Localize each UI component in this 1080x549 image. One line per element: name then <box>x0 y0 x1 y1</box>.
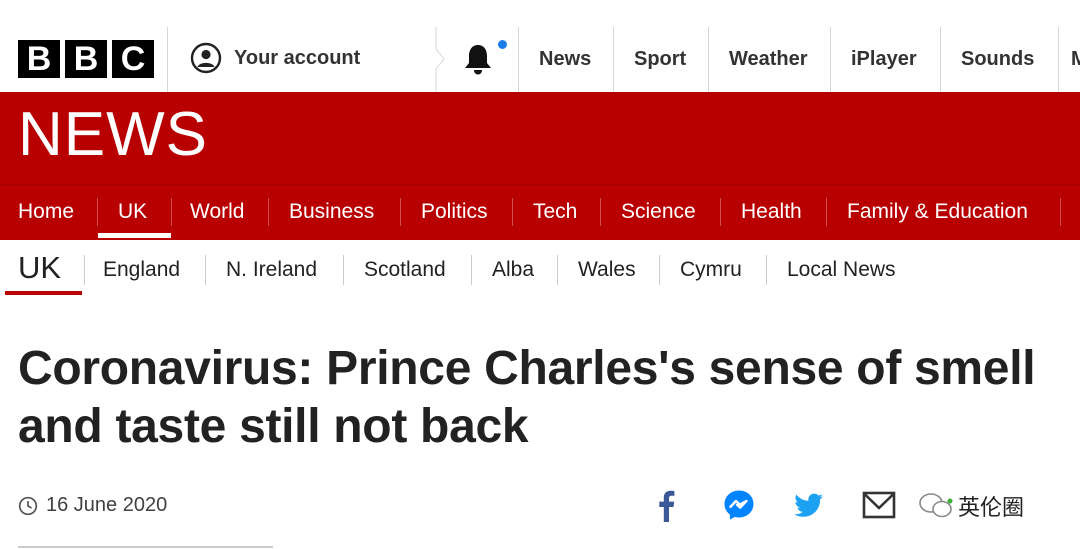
news-wordmark[interactable]: NEWS <box>18 104 208 166</box>
bbc-logo-letter: C <box>112 40 154 78</box>
topnav-sport[interactable]: Sport <box>634 48 686 71</box>
subnav-alba[interactable]: Alba <box>492 258 534 282</box>
your-account-link[interactable]: Your account <box>190 42 360 74</box>
header-divider <box>518 27 519 92</box>
subnav-separator <box>471 255 472 285</box>
subnav-current-indicator <box>5 291 82 295</box>
section-separator <box>171 198 172 226</box>
topnav-more-cutoff[interactable]: M <box>1071 48 1080 71</box>
subnav-scotland[interactable]: Scotland <box>364 258 446 282</box>
section-separator <box>400 198 401 226</box>
section-nav-health[interactable]: Health <box>741 200 802 224</box>
bbc-logo-letter: B <box>65 40 107 78</box>
header-chevron-divider <box>435 27 445 92</box>
header-divider <box>940 27 941 92</box>
twitter-icon[interactable] <box>792 488 826 522</box>
header-divider <box>830 27 831 92</box>
topnav-sounds[interactable]: Sounds <box>961 48 1034 71</box>
meta-bottom-rule <box>18 546 273 548</box>
header-divider <box>1058 27 1059 92</box>
bbc-logo-letter: B <box>18 40 60 78</box>
topnav-iplayer[interactable]: iPlayer <box>851 48 917 71</box>
subnav-separator <box>205 255 206 285</box>
section-separator <box>97 198 98 226</box>
header-divider <box>167 27 168 92</box>
global-header <box>0 0 1080 93</box>
subnav-n-ireland[interactable]: N. Ireland <box>226 258 317 282</box>
section-separator <box>826 198 827 226</box>
section-nav-family-education[interactable]: Family & Education <box>847 200 1028 224</box>
wechat-watermark-text: 英伦圈 <box>958 496 1025 521</box>
subnav-separator <box>659 255 660 285</box>
messenger-icon[interactable] <box>722 488 756 522</box>
header-divider <box>708 27 709 92</box>
notification-dot <box>498 40 507 49</box>
section-separator <box>720 198 721 226</box>
subnav-current-uk[interactable]: UK <box>18 250 61 286</box>
article-headline: Coronavirus: Prince Charles's sense of s… <box>18 342 1036 453</box>
section-nav-business[interactable]: Business <box>289 200 374 224</box>
subnav-local-news[interactable]: Local News <box>787 258 896 282</box>
subnav-england[interactable]: England <box>103 258 180 282</box>
header-divider <box>613 27 614 92</box>
topnav-weather[interactable]: Weather <box>729 48 808 71</box>
clock-icon <box>18 496 38 516</box>
section-separator <box>1060 198 1061 226</box>
subnav-separator <box>343 255 344 285</box>
account-icon <box>190 42 222 74</box>
section-separator <box>600 198 601 226</box>
section-nav-active-indicator <box>98 233 171 238</box>
subnav-wales[interactable]: Wales <box>578 258 636 282</box>
notifications-bell-icon[interactable] <box>462 42 494 76</box>
section-nav-politics[interactable]: Politics <box>421 200 488 224</box>
account-label: Your account <box>234 46 361 69</box>
wechat-watermark-icon <box>919 493 953 518</box>
bbc-logo[interactable]: B B C <box>18 40 154 78</box>
section-nav-home[interactable]: Home <box>18 200 74 224</box>
section-nav-uk[interactable]: UK <box>118 200 147 224</box>
topnav-news[interactable]: News <box>539 48 591 71</box>
subnav-cymru[interactable]: Cymru <box>680 258 742 282</box>
subnav-separator <box>84 255 85 285</box>
subnav-separator <box>557 255 558 285</box>
section-separator <box>512 198 513 226</box>
section-nav-science[interactable]: Science <box>621 200 696 224</box>
subnav-separator <box>766 255 767 285</box>
wechat-watermark: 英伦圈 <box>918 486 1048 526</box>
section-nav-world[interactable]: World <box>190 200 244 224</box>
section-separator <box>268 198 269 226</box>
email-icon[interactable] <box>862 488 896 522</box>
facebook-icon[interactable] <box>650 488 684 522</box>
article-date: 16 June 2020 <box>46 494 168 516</box>
section-nav-tech[interactable]: Tech <box>533 200 577 224</box>
